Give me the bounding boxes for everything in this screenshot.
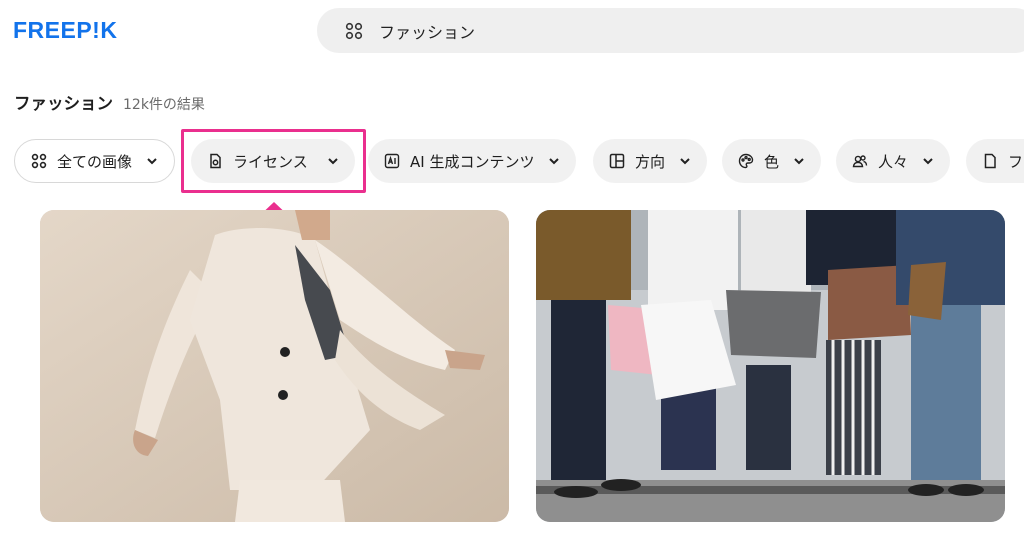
- chevron-down-icon: [146, 155, 158, 167]
- filter-label: AI 生成コンテンツ: [410, 152, 535, 171]
- filter-label: 全ての画像: [57, 152, 133, 171]
- filter-orientation[interactable]: 方向: [593, 139, 708, 183]
- woman-in-beige-suit-photo[interactable]: [40, 210, 509, 522]
- file-icon: [982, 153, 998, 169]
- layout-icon: [609, 153, 625, 169]
- filter-label: 人々: [878, 152, 909, 171]
- freepik-logo[interactable]: FREEP!K: [13, 15, 117, 45]
- chevron-down-icon: [548, 155, 560, 167]
- filter-people[interactable]: 人々: [836, 139, 951, 183]
- ai-icon: [384, 153, 400, 169]
- chevron-down-icon: [679, 155, 691, 167]
- filter-file-type[interactable]: フ: [966, 139, 1024, 183]
- filter-label: フ: [1008, 152, 1024, 171]
- shoppers-with-bags-photo[interactable]: [536, 210, 1005, 522]
- filter-ai-generated[interactable]: AI 生成コンテンツ: [368, 139, 577, 183]
- people-icon: [852, 153, 868, 169]
- chevron-down-icon: [793, 155, 805, 167]
- results-header: ファッション 12k件の結果: [14, 90, 205, 114]
- search-bar[interactable]: ファッション: [317, 8, 1024, 53]
- search-input[interactable]: ファッション: [379, 19, 475, 43]
- grid-icon: [31, 153, 47, 169]
- palette-icon: [738, 153, 754, 169]
- filter-color[interactable]: 色: [722, 139, 822, 183]
- chevron-down-icon: [922, 155, 934, 167]
- grid-icon: [345, 22, 363, 40]
- result-count: 12k件の結果: [123, 97, 205, 113]
- filter-label: 方向: [635, 152, 666, 171]
- license-highlight-box: [181, 129, 366, 193]
- filter-all-images[interactable]: 全ての画像: [14, 139, 176, 183]
- filter-label: 色: [764, 152, 780, 171]
- page-title: ファッション: [14, 94, 113, 113]
